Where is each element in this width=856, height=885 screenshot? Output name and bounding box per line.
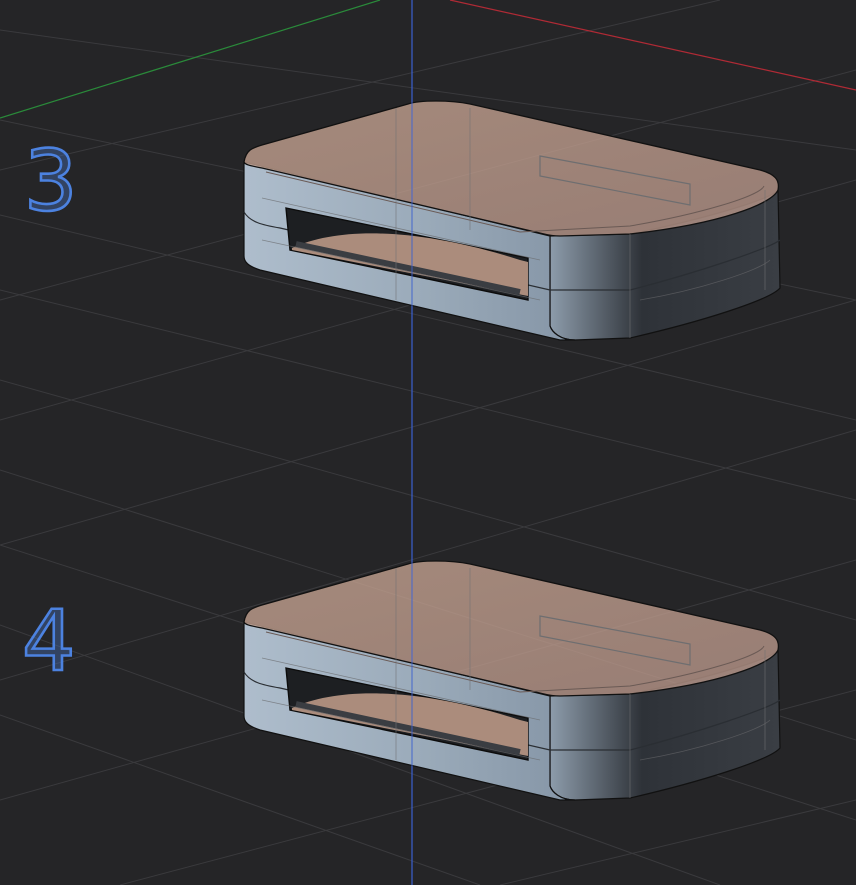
model-label-3: 3: [24, 132, 77, 230]
3d-viewport[interactable]: 3 4: [0, 0, 856, 885]
model-label-4: 4: [22, 592, 75, 690]
